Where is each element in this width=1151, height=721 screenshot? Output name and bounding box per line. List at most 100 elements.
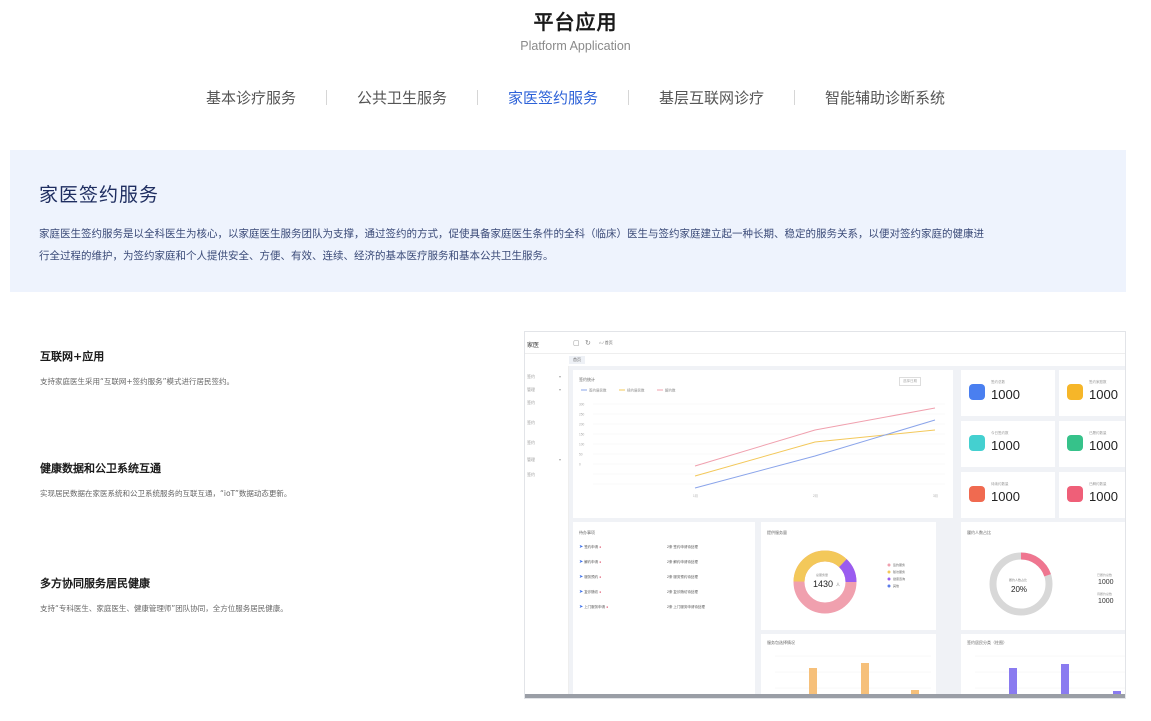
ratio-item-value: 1000	[1098, 579, 1114, 586]
alert-dot-icon: ●	[606, 605, 609, 609]
intro-title: 家医签约服务	[39, 184, 160, 206]
legend-label: 签约居民数	[589, 388, 607, 393]
sidebar-item[interactable]: 管理	[527, 387, 535, 393]
stat-label: 签约总数	[991, 380, 1005, 384]
feature-collaboration: 多方协同服务居民健康 支持“专科医生、家庭医生、健康管理师”团队协同，全方位服务…	[40, 575, 480, 614]
intro-text-line: 行全过程的维护，为签约家庭和个人提供安全、方便、有效、连续、经济的基本医疗服务和…	[39, 250, 554, 262]
todo-item[interactable]: ➤ 签约申请 ●	[579, 544, 601, 550]
stat-card: 签约家庭数 1000	[1059, 370, 1125, 416]
menu-toggle-icon[interactable]: ▢	[573, 339, 580, 347]
y-tick-label: 200	[579, 423, 585, 427]
todo-item-label: 复诊随访	[584, 590, 599, 594]
feature-data-sharing: 健康数据和公卫系统互通 实现居民数据在家医系统和公卫系统服务的互联互通，“ioT…	[40, 460, 480, 499]
tab-internet-diagnosis[interactable]: 基层互联网诊疗	[629, 87, 794, 108]
stat-label: 待续约数量	[991, 482, 1009, 486]
intro-text-line: 家庭医生签约服务是以全科医生为核心，以家庭医生服务团队为支撑，通过签约的方式，促…	[39, 228, 984, 240]
tab-public-health[interactable]: 公共卫生服务	[327, 87, 477, 108]
sidebar-item[interactable]: 签约	[527, 374, 535, 380]
todo-item-detail: 2条 复诊随访待处理	[667, 590, 698, 594]
y-tick-label: 150	[579, 433, 585, 437]
alert-dot-icon: ●	[599, 545, 602, 549]
stat-icon	[1067, 435, 1083, 451]
legend-dot	[887, 570, 891, 574]
card-title: 待办事项	[579, 530, 595, 535]
legend-label: 随访服务	[893, 570, 906, 574]
package-bar-chart	[775, 655, 931, 696]
send-icon: ➤	[579, 574, 584, 580]
ratio-center-value: 20%	[1011, 585, 1028, 594]
send-icon: ➤	[579, 559, 584, 565]
bar	[1061, 664, 1069, 696]
ratio-item-label: 已履约总数	[1097, 573, 1113, 577]
ratio-item-value: 1000	[1098, 598, 1114, 605]
dashboard-logo: 家医	[527, 343, 540, 349]
stat-label: 今日签约数	[991, 431, 1009, 435]
dashboard-bottom-scrollbar[interactable]	[525, 694, 1125, 698]
sidebar-item[interactable]: 管理	[527, 457, 535, 463]
x-tick-label: 2月	[813, 494, 818, 498]
alert-dot-icon: ●	[599, 590, 602, 594]
y-tick-label: 50	[579, 453, 583, 457]
feature-desc: 实现居民数据在家医系统和公卫系统服务的互联互通，“ioT”数据动态更新。	[40, 489, 292, 498]
x-tick-label: 3月	[933, 494, 938, 498]
tab-family-doctor[interactable]: 家医签约服务	[478, 87, 628, 108]
dashboard-preview: 家医 ▢ ↻ ⌂ / 首页 首页 签约 ▾ 管理 ▾ 签约 签约 签约 管理 ▾…	[524, 331, 1126, 699]
dashboard-sidebar: 签约 ▾ 管理 ▾ 签约 签约 签约 管理 ▾ 签约	[525, 366, 569, 698]
stat-label: 已履约数量	[1089, 431, 1107, 435]
tab-ai-diagnosis[interactable]: 智能辅助诊断系统	[795, 87, 975, 108]
tab-bar: 基本诊疗服务 公共卫生服务 家医签约服务 基层互联网诊疗 智能辅助诊断系统	[0, 86, 1151, 108]
feature-desc: 支持“专科医生、家庭医生、健康管理师”团队协同，全方位服务居民健康。	[40, 604, 288, 613]
todo-item-label: 签约申请	[584, 545, 599, 549]
category-bar-chart	[975, 655, 1125, 696]
sidebar-item[interactable]: 签约	[527, 400, 535, 406]
line-chart: 签约居民数 续约居民数 解约数 300 250 200 150 100 50 0 1月 2月 3月	[579, 388, 945, 498]
todo-item-detail: 2条 服务预约待处理	[667, 575, 698, 579]
legend-label: 解约数	[665, 388, 676, 393]
todo-card: 待办事项 ➤ 签约申请 ● 2条 签约申请待处理 ➤ 解约申请 ● 2条 解约申请待处…	[573, 522, 755, 694]
todo-item[interactable]: ➤ 解约申请 ●	[579, 559, 601, 565]
stat-value: 1000	[991, 489, 1020, 504]
y-tick-label: 0	[579, 463, 581, 467]
bar	[861, 663, 869, 696]
bar	[809, 668, 817, 696]
send-icon: ➤	[579, 604, 584, 610]
todo-item[interactable]: ➤ 复诊随访 ●	[579, 589, 601, 595]
stat-card: 待续约数量 1000	[961, 472, 1055, 518]
alert-dot-icon: ●	[599, 575, 602, 579]
dashboard-tagbar: 首页	[525, 354, 1125, 366]
stat-icon	[969, 435, 985, 451]
legend-dot	[887, 577, 891, 581]
donut-center-value: 1430	[813, 579, 834, 589]
page-subtitle: Platform Application	[520, 39, 631, 53]
feature-title: 多方协同服务居民健康	[40, 577, 150, 590]
feature-title: 互联网+应用	[40, 350, 105, 363]
sidebar-item[interactable]: 签约	[527, 472, 535, 478]
stat-value: 1000	[1089, 387, 1118, 402]
tab-basic-diagnosis[interactable]: 基本诊疗服务	[176, 87, 326, 108]
sidebar-item[interactable]: 签约	[527, 420, 535, 426]
legend-label: 其他	[893, 584, 900, 588]
legend-dot	[887, 563, 891, 567]
stat-icon	[1067, 486, 1083, 502]
intro-text: 家庭医生签约服务是以全科医生为核心，以家庭医生服务团队为支撑，通过签约的方式，促…	[39, 223, 1097, 267]
tag-home[interactable]: 首页	[569, 356, 585, 364]
refresh-icon[interactable]: ↻	[585, 339, 591, 347]
todo-item-label: 解约申请	[584, 560, 599, 564]
service-donut-chart	[793, 550, 891, 614]
page-title: 平台应用	[533, 10, 618, 34]
todo-item[interactable]: ➤ 服务预约 ●	[579, 574, 601, 580]
todo-item-label: 服务预约	[584, 575, 599, 579]
legend-dot	[887, 584, 891, 588]
sidebar-item[interactable]: 签约	[527, 440, 535, 446]
stat-card: 签约总数 1000	[961, 370, 1055, 416]
chevron-down-icon: ▾	[559, 457, 562, 462]
legend-label: 签约服务	[893, 563, 906, 567]
todo-item-label: 上门服务申请	[584, 605, 606, 609]
alert-dot-icon: ●	[599, 560, 602, 564]
y-tick-label: 100	[579, 443, 585, 447]
todo-item[interactable]: ➤ 上门服务申请 ●	[579, 604, 608, 610]
stat-value: 1000	[1089, 489, 1118, 504]
stat-card: 已解约数量 1000	[1059, 472, 1125, 518]
stat-icon	[969, 384, 985, 400]
breadcrumb: ⌂ / 首页	[599, 340, 613, 345]
